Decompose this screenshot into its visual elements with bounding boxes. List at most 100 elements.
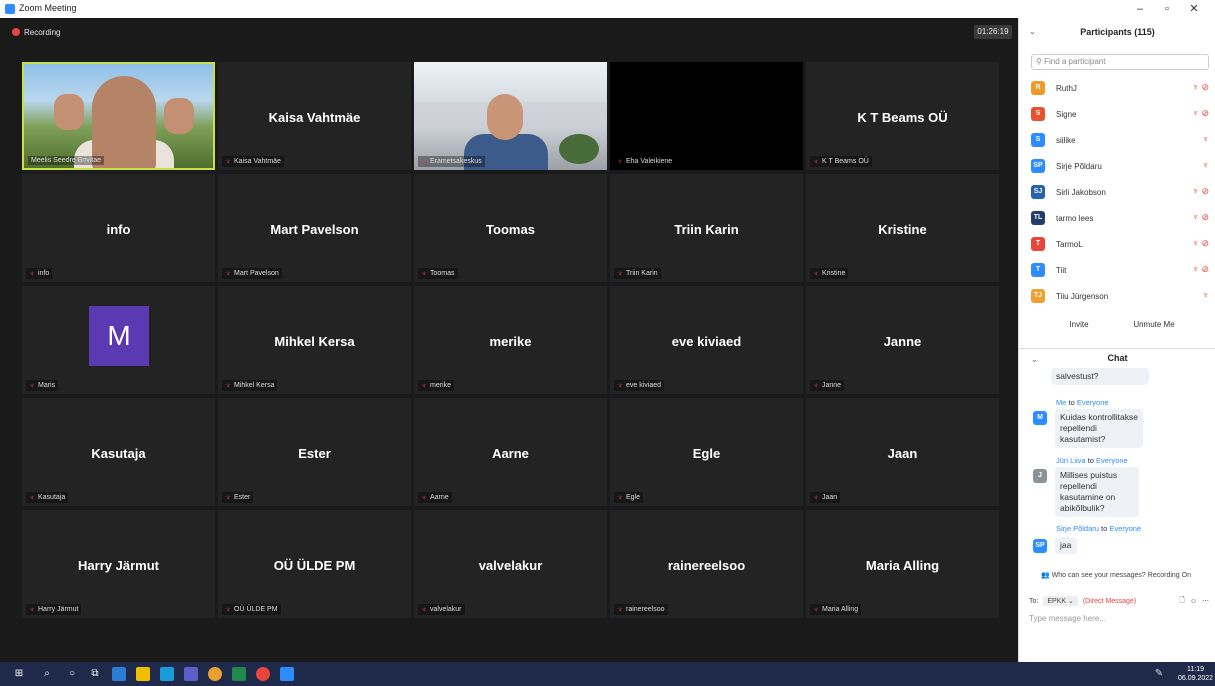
mic-muted-icon: ♆ (1192, 82, 1199, 92)
video-tile[interactable]: Triin Karin ♆ Triin Karin (610, 174, 803, 282)
video-tile[interactable]: eve kiviaed ♆ eve kiviaed (610, 286, 803, 394)
restore-button[interactable]: ▫ (1155, 1, 1179, 17)
tile-name-label: ♆ Harry Järmut (26, 604, 82, 615)
excel-icon[interactable] (232, 667, 246, 681)
taskbar-clock[interactable]: 11:19 06.09.2022 (1178, 665, 1213, 683)
avatar: SP (1033, 539, 1047, 553)
mic-muted-icon: ♆ (225, 381, 231, 390)
video-tile[interactable]: Toomas ♆ Toomas (414, 174, 607, 282)
video-tile[interactable]: Maria Alling ♆ Maria Alling (806, 510, 999, 618)
tile-label-text: Maria Alling (822, 606, 859, 613)
video-tile[interactable]: info ♆ info (22, 174, 215, 282)
participant-search-input[interactable]: ⚲ Find a participant (1031, 54, 1209, 70)
recording-indicator[interactable]: Recording (12, 26, 60, 38)
video-tile[interactable]: Harry Järmut ♆ Harry Järmut (22, 510, 215, 618)
chat-input[interactable]: Type message here... (1029, 614, 1106, 623)
search-icon[interactable]: ⌕ (40, 667, 54, 681)
participant-video (414, 62, 607, 170)
file-explorer-icon[interactable] (136, 667, 150, 681)
window-title: Zoom Meeting (19, 3, 77, 13)
tile-label-text: Erametsakeskus (430, 158, 482, 165)
clock-date: 06.09.2022 (1178, 675, 1214, 682)
participant-row[interactable]: TJ Tiiu Jürgenson ♆ (1031, 287, 1209, 305)
cortana-icon[interactable]: ○ (65, 667, 79, 681)
video-tile[interactable]: Egle ♆ Egle (610, 398, 803, 506)
avatar: T (1031, 237, 1045, 251)
tile-label-text: rainereelsoo (626, 606, 665, 613)
video-tile[interactable]: M ♆ Maris (22, 286, 215, 394)
participant-name: Tiit (1056, 265, 1067, 275)
task-view-icon[interactable]: ⧉ (88, 667, 102, 681)
recipient-dropdown[interactable]: EPKK ⌄ (1043, 596, 1078, 606)
participant-row[interactable]: R RuthJ ♆ ⊘ (1031, 79, 1209, 97)
tile-label-text: Mart Pavelson (234, 270, 279, 277)
video-tile[interactable]: rainereelsoo ♆ rainereelsoo (610, 510, 803, 618)
video-tile[interactable]: Aarne ♆ Aarne (414, 398, 607, 506)
participant-status-icons: ♆ ⊘ (1192, 264, 1209, 275)
skype-icon[interactable] (160, 667, 174, 681)
people-icon: 👥 (1041, 572, 1050, 579)
video-tile[interactable]: ♆ Erametsakeskus (414, 62, 607, 170)
emoji-icon[interactable]: ☺ (1190, 598, 1197, 605)
video-tile[interactable]: merike ♆ merike (414, 286, 607, 394)
chat-visibility-info[interactable]: 👥 Who can see your messages? Recording O… (1041, 571, 1191, 579)
more-icon[interactable]: ⋯ (1202, 597, 1209, 605)
tile-name-label: ♆ Aarne (418, 492, 452, 503)
mic-muted-icon: ♆ (1192, 212, 1199, 222)
file-icon[interactable]: 🗋 (1179, 596, 1185, 607)
mic-muted-icon: ♆ (1192, 264, 1199, 274)
invite-button[interactable]: Invite (1061, 317, 1097, 333)
app-icon[interactable] (256, 667, 270, 681)
mic-muted-icon: ♆ (225, 605, 231, 614)
participant-name: TarmoL (1056, 239, 1083, 249)
unmute-me-button[interactable]: Unmute Me (1127, 317, 1181, 333)
start-icon[interactable]: ⊞ (12, 667, 26, 681)
tile-display-name: eve kiviaed (671, 334, 742, 349)
video-tile[interactable]: Mart Pavelson ♆ Mart Pavelson (218, 174, 411, 282)
participant-name: Tiiu Jürgenson (1056, 291, 1109, 301)
mic-muted-icon: ♆ (225, 493, 231, 502)
video-off-icon: ⊘ (1201, 212, 1209, 222)
video-tile[interactable]: Mihkel Kersa ♆ Mihkel Kersa (218, 286, 411, 394)
outlook-icon[interactable] (112, 667, 126, 681)
participant-row[interactable]: SP Sirje Põldaru ♆ (1031, 157, 1209, 175)
minimize-button[interactable]: – (1128, 1, 1152, 17)
mic-muted-icon: ♆ (617, 605, 623, 614)
video-tile[interactable]: Kaisa Vahtmäe ♆ Kaisa Vahtmäe (218, 62, 411, 170)
close-button[interactable]: ✕ (1182, 1, 1206, 17)
participant-row[interactable]: T Tiit ♆ ⊘ (1031, 261, 1209, 279)
participant-row[interactable]: Ssiilike ♆ (1031, 131, 1209, 149)
participant-row[interactable]: SJ Sirli Jakobson ♆ ⊘ (1031, 183, 1209, 201)
chat-message-bubble: jaa (1055, 537, 1077, 554)
video-tile[interactable]: Kasutaja ♆ Kasutaja (22, 398, 215, 506)
participant-row[interactable]: TL tarmo lees ♆ ⊘ (1031, 209, 1209, 227)
video-tile[interactable]: Kristine ♆ Kristine (806, 174, 999, 282)
video-tile[interactable]: K T Beams OÜ ♆ K T Beams OÜ (806, 62, 999, 170)
avatar: SJ (1031, 185, 1045, 199)
pen-icon[interactable]: ✎ (1152, 667, 1166, 681)
participant-name: siilike (1056, 135, 1076, 145)
mic-muted-icon: ♆ (29, 269, 35, 278)
video-tile[interactable]: Ester ♆ Ester (218, 398, 411, 506)
video-tile[interactable]: valvelakur ♆ valvelakur (414, 510, 607, 618)
participant-row[interactable]: T TarmoL ♆ ⊘ (1031, 235, 1209, 253)
teams-icon[interactable] (184, 667, 198, 681)
zoom-icon[interactable] (280, 667, 294, 681)
tile-label-text: Toomas (430, 270, 455, 277)
mic-muted-icon: ♆ (1202, 160, 1209, 170)
video-tile[interactable]: Janne ♆ Janne (806, 286, 999, 394)
participant-row[interactable]: S Signe ♆ ⊘ (1031, 105, 1209, 123)
tile-label-text: K T Beams OÜ (822, 158, 869, 165)
tile-label-text: merike (430, 382, 452, 389)
mic-muted-icon: ♆ (813, 269, 819, 278)
tile-name-label: ♆ K T Beams OÜ (810, 156, 872, 167)
video-tile[interactable]: ♆ Eha Valeikiene (610, 62, 803, 170)
chrome-icon[interactable] (208, 667, 222, 681)
video-tile[interactable]: Meelis Seedre Brivitae (22, 62, 215, 170)
recipient-name: EPKK (1047, 598, 1067, 605)
video-tile[interactable]: OÜ ÜLDE PM ♆ OÜ ÜLDE PM (218, 510, 411, 618)
mic-muted-icon: ♆ (421, 269, 427, 278)
video-tile[interactable]: Jaan ♆ Jaan (806, 398, 999, 506)
mic-muted-icon: ♆ (421, 493, 427, 502)
tile-name-label: ♆ Toomas (418, 268, 458, 279)
